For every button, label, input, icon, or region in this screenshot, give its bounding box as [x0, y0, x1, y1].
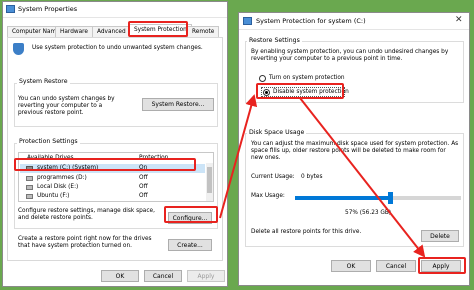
arrow-to-apply — [299, 97, 426, 258]
arrow-to-disable — [219, 94, 258, 219]
annotation-arrows — [219, 94, 426, 258]
